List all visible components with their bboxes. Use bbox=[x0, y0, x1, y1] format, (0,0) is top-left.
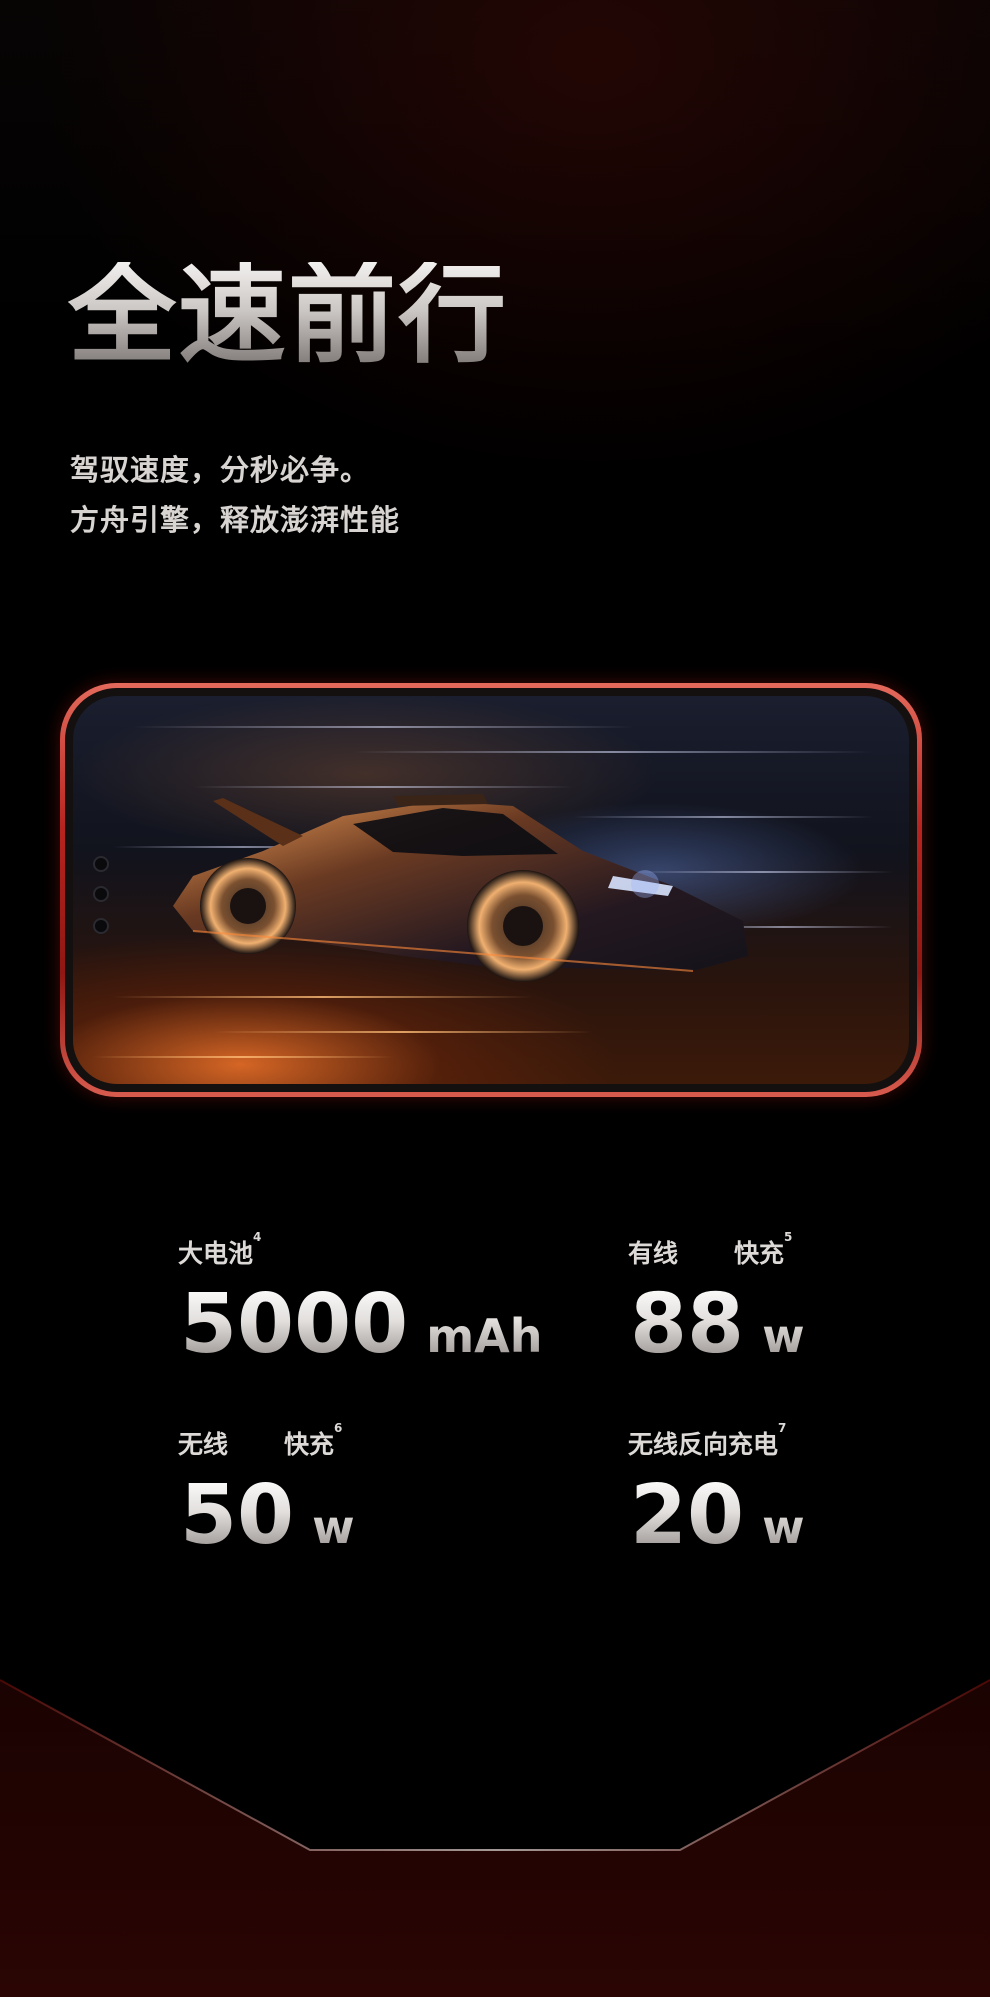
spec-value-wireless-charging: 50 w bbox=[180, 1468, 355, 1563]
bottom-decoration bbox=[0, 1679, 990, 1997]
spec-value-reverse-charging: 20 w bbox=[630, 1468, 805, 1563]
phone-image bbox=[60, 683, 922, 1097]
sensor-icon bbox=[93, 918, 109, 934]
tagline-line-2: 方舟引擎，释放澎湃性能 bbox=[70, 503, 401, 537]
page-title: 全速前行 bbox=[68, 253, 509, 378]
spec-label-wireless-charging: 无线 快充6 bbox=[178, 1421, 343, 1459]
spec-label-reverse-charging: 无线反向充电7 bbox=[628, 1421, 787, 1459]
spec-label-battery: 大电池4 bbox=[178, 1230, 262, 1268]
spec-label-wired-charging: 有线 快充5 bbox=[628, 1230, 793, 1268]
sensor-icon bbox=[93, 886, 109, 902]
spec-value-wired-charging: 88 w bbox=[630, 1277, 805, 1372]
spec-value-battery: 5000 mAh bbox=[180, 1277, 543, 1372]
phone-bezel bbox=[65, 688, 917, 1092]
phone-screen bbox=[73, 696, 909, 1084]
sports-car-illustration bbox=[173, 794, 748, 982]
promo-page: 全速前行 驾驭速度，分秒必争。 方舟引擎，释放澎湃性能 大电池4 5000 mA… bbox=[0, 0, 990, 1997]
tagline-line-1: 驾驭速度，分秒必争。 bbox=[70, 453, 371, 487]
front-camera-icon bbox=[93, 856, 109, 872]
